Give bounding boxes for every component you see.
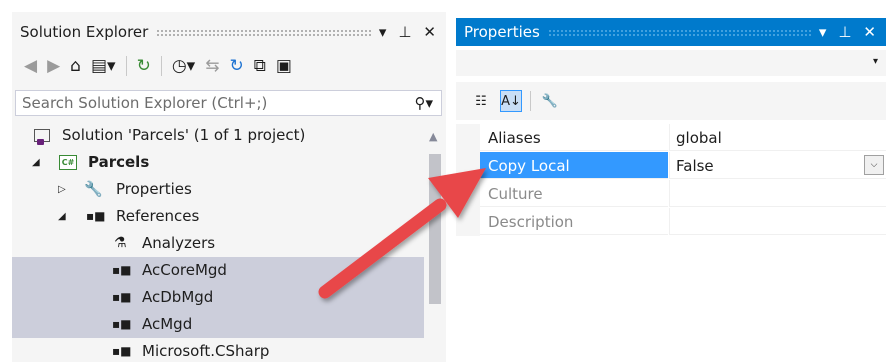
wrench-icon: 🔧: [84, 180, 103, 198]
toolbar-separator: [125, 56, 127, 76]
property-gutter: [456, 180, 480, 208]
properties-panel: Properties ▾ ⊥ ✕ ▾ ☷ A↓ 🔧 Aliases global: [456, 12, 886, 362]
chevron-down-icon[interactable]: ⌵: [864, 155, 884, 175]
search-icon[interactable]: ⚲▾: [410, 94, 441, 112]
solution-explorer-toolbar: ◀ ▶ ⌂ ▤▾ ↻ ◷▾ ⇆ ↻ ⧉ ▣: [12, 50, 446, 82]
object-selector[interactable]: ▾: [456, 50, 886, 76]
close-icon[interactable]: ✕: [423, 23, 436, 41]
collapsed-arrow-icon[interactable]: ▷: [58, 176, 66, 203]
property-gutter: [456, 124, 480, 152]
tree-item-label: Microsoft.CSharp: [142, 342, 270, 360]
property-grid: Aliases global Copy Local False ⌵ Cultur…: [456, 124, 886, 236]
reference-icon: ▪■: [112, 290, 132, 304]
property-name: Description: [480, 208, 668, 235]
vertical-scrollbar[interactable]: ▲: [424, 122, 446, 362]
property-name: Copy Local: [480, 152, 668, 179]
tree-item-reference[interactable]: ▪■ Microsoft.CSharp: [12, 338, 424, 362]
refresh-icon[interactable]: ↻: [229, 56, 243, 76]
collapse-all-icon[interactable]: ⧉: [254, 56, 266, 76]
property-row-copy-local[interactable]: Copy Local False ⌵: [456, 152, 886, 180]
show-all-files-icon[interactable]: ▣: [276, 56, 292, 76]
property-name: Aliases: [480, 124, 668, 151]
tree-item-label: References: [116, 207, 200, 225]
reference-icon: ▪■: [112, 317, 132, 331]
close-icon[interactable]: ✕: [863, 23, 876, 41]
tree-item-references[interactable]: ◢ ▪■ References: [12, 203, 424, 230]
title-grip[interactable]: [156, 28, 371, 36]
property-value: [669, 180, 886, 207]
tree-item-label: Analyzers: [142, 234, 216, 252]
tree-item-properties[interactable]: ▷ 🔧 Properties: [12, 176, 424, 203]
forward-icon[interactable]: ▶: [47, 56, 60, 76]
solution-icon: [34, 122, 50, 149]
property-row-description[interactable]: Description: [456, 208, 886, 236]
tree-item-label: AcMgd: [142, 315, 193, 333]
search-input[interactable]: [16, 91, 411, 115]
reference-icon: ▪■: [86, 209, 106, 223]
reference-icon: ▪■: [112, 263, 132, 277]
search-box: ⚲▾: [15, 90, 442, 116]
property-value: [669, 208, 886, 235]
sync-active-document-icon[interactable]: ⇆: [205, 56, 219, 76]
tree-item-label: Solution 'Parcels' (1 of 1 project): [62, 126, 306, 144]
tree-item-reference[interactable]: ▪■ AcDbMgd: [12, 284, 424, 311]
property-pages-wrench-icon[interactable]: 🔧: [539, 90, 561, 112]
property-value: False: [676, 157, 714, 175]
pin-icon[interactable]: ⊥: [838, 23, 851, 41]
tree-item-label: Properties: [116, 180, 192, 198]
toolbar-separator: [530, 91, 531, 111]
solution-explorer-panel: Solution Explorer ▾ ⊥ ✕ ◀ ▶ ⌂ ▤▾ ↻ ◷▾ ⇆ …: [12, 12, 446, 362]
csharp-project-icon: C#: [59, 149, 77, 176]
scrollbar-thumb[interactable]: [429, 154, 441, 304]
reference-icon: ▪■: [112, 344, 132, 358]
switch-views-icon[interactable]: ▤▾: [91, 56, 116, 76]
analyzer-icon: ⚗: [114, 235, 127, 251]
property-gutter: [456, 208, 480, 236]
solution-explorer-title: Solution Explorer: [20, 23, 149, 41]
expanded-arrow-icon[interactable]: ◢: [32, 149, 40, 176]
expanded-arrow-icon[interactable]: ◢: [58, 203, 66, 230]
object-selector-dropdown-icon[interactable]: ▾: [873, 56, 878, 67]
tree-item-label: Parcels: [88, 153, 150, 171]
property-value-select[interactable]: False ⌵: [669, 152, 886, 179]
home-icon[interactable]: ⌂: [70, 56, 81, 76]
toolbar-separator: [160, 56, 162, 76]
tree-item-label: AcDbMgd: [142, 288, 214, 306]
tree-item-analyzers[interactable]: ⚗ Analyzers: [12, 230, 424, 257]
scroll-up-icon[interactable]: ▲: [429, 130, 437, 143]
property-gutter: [456, 152, 480, 180]
property-row-culture[interactable]: Culture: [456, 180, 886, 208]
tree-item-solution[interactable]: Solution 'Parcels' (1 of 1 project): [12, 122, 424, 149]
tree-item-project[interactable]: ◢ C# Parcels: [12, 149, 424, 176]
alphabetical-icon[interactable]: A↓: [500, 90, 522, 112]
tree-item-label: AcCoreMgd: [142, 261, 227, 279]
pin-icon[interactable]: ⊥: [398, 23, 411, 41]
solution-explorer-title-bar[interactable]: Solution Explorer ▾ ⊥ ✕: [12, 18, 446, 46]
title-grip[interactable]: [547, 28, 811, 36]
categorized-icon[interactable]: ☷: [470, 90, 492, 112]
properties-title: Properties: [464, 23, 540, 41]
property-value[interactable]: global: [669, 124, 886, 151]
solution-tree: Solution 'Parcels' (1 of 1 project) ◢ C#…: [12, 122, 424, 362]
window-position-dropdown-icon[interactable]: ▾: [819, 23, 827, 41]
tree-item-reference[interactable]: ▪■ AcMgd: [12, 311, 424, 338]
window-position-dropdown-icon[interactable]: ▾: [379, 23, 387, 41]
properties-title-bar[interactable]: Properties ▾ ⊥ ✕: [456, 18, 886, 46]
tree-item-reference[interactable]: ▪■ AcCoreMgd: [12, 257, 424, 284]
back-icon[interactable]: ◀: [24, 56, 37, 76]
history-icon[interactable]: ◷▾: [172, 56, 195, 76]
properties-toolbar: ☷ A↓ 🔧: [456, 82, 886, 120]
pending-changes-filter-icon[interactable]: ↻: [137, 56, 151, 76]
property-name: Culture: [480, 180, 668, 207]
property-row-aliases[interactable]: Aliases global: [456, 124, 886, 152]
